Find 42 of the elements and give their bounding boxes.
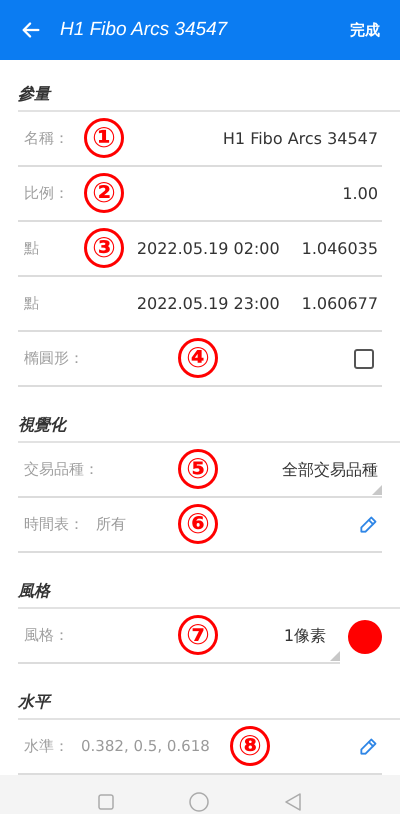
field-value: 所有 <box>96 514 126 536</box>
field-label: 點 <box>24 238 39 260</box>
recent-apps-icon[interactable] <box>98 794 114 810</box>
point-price[interactable]: 1.060677 <box>302 292 378 316</box>
dropdown-value[interactable]: 1像素 <box>284 624 326 648</box>
annotation-marker: ① <box>84 118 124 158</box>
field-label: 交易品種： <box>24 459 99 480</box>
field-label: 水準： <box>24 736 69 758</box>
edit-icon[interactable] <box>358 736 378 756</box>
color-swatch[interactable] <box>348 620 382 654</box>
annotation-marker: ⑥ <box>178 504 218 544</box>
field-label: 名稱： <box>24 128 69 150</box>
dropdown-corner-icon <box>330 651 340 661</box>
section-title: 水平 <box>18 692 50 711</box>
point-date[interactable]: 2022.05.19 23:00 <box>136 292 280 316</box>
point-price[interactable]: 1.046035 <box>302 236 378 260</box>
dropdown-value[interactable]: 全部交易品種 <box>282 458 378 482</box>
annotation-marker: ④ <box>178 338 218 378</box>
point-date[interactable]: 2022.05.19 02:00 <box>136 236 280 260</box>
home-icon[interactable] <box>188 792 209 812</box>
edit-icon[interactable] <box>358 514 378 534</box>
field-label: 比例： <box>24 183 69 204</box>
field-value[interactable]: H1 Fibo Arcs 34547 <box>222 126 378 150</box>
annotation-marker: ⑦ <box>178 615 218 655</box>
section-title: 參量 <box>18 84 50 103</box>
field-value: 0.382, 0.5, 0.618 <box>81 736 210 758</box>
field-label: 橢圓形： <box>24 348 84 370</box>
field-label: 風格： <box>24 625 69 646</box>
dropdown-corner-icon <box>372 485 382 495</box>
section-title: 視覺化 <box>18 415 66 434</box>
annotation-marker: ② <box>84 173 124 213</box>
section-title: 風格 <box>18 581 50 600</box>
field-value[interactable]: 1.00 <box>342 182 378 206</box>
window-title: H1 Fibo Arcs 34547 <box>60 18 228 42</box>
field-label: 時間表： <box>24 514 84 536</box>
done-button[interactable]: 完成 <box>350 18 380 42</box>
ellipse-checkbox[interactable] <box>354 348 374 368</box>
annotation-marker: ⑧ <box>230 726 270 766</box>
field-label: 點 <box>24 293 39 314</box>
back-icon[interactable] <box>284 793 302 811</box>
annotation-marker: ③ <box>84 228 124 268</box>
annotation-marker: ⑤ <box>178 449 218 489</box>
